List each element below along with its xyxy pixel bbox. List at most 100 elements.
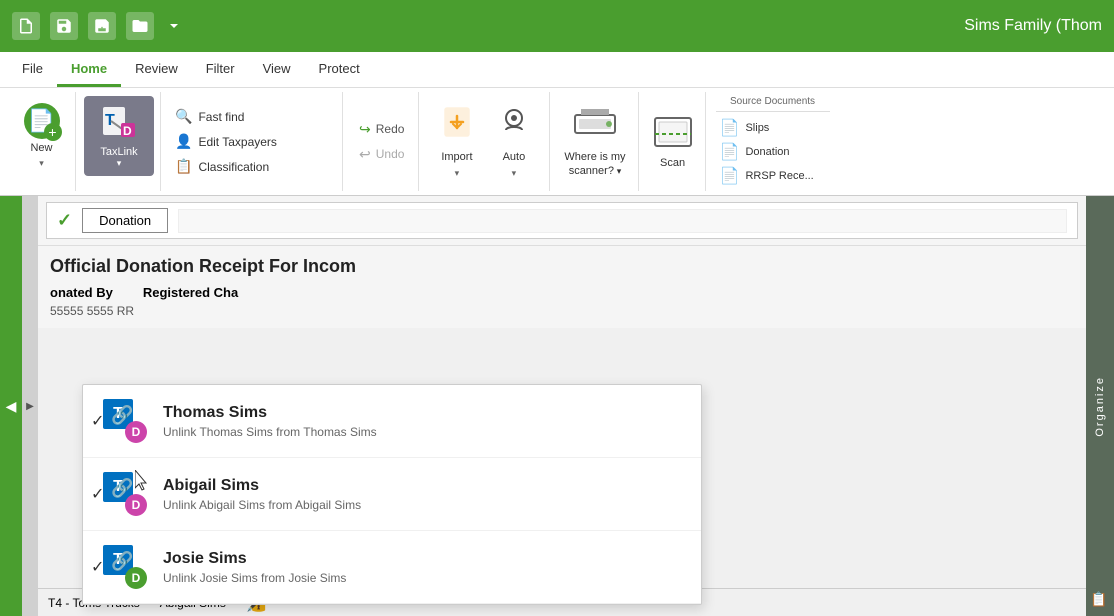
donation-extra-field: [178, 209, 1067, 233]
main-area: ◀ ▶ ✓ Donation Official Donation Receipt…: [0, 196, 1114, 616]
redo-button[interactable]: ↪ Redo: [353, 119, 410, 140]
new-arrow: ▾: [39, 158, 44, 169]
ribbon: 📄 + New ▾ T D TaxLink ▾ 🔍: [0, 88, 1114, 196]
classification-label: Classification: [198, 160, 269, 174]
registered-char-label: Registered Cha: [143, 285, 238, 300]
slips-icon: 📄: [720, 118, 740, 138]
rrsp-button[interactable]: 📄 RRSP Rece...: [716, 164, 830, 188]
classification-icon: 📋: [175, 158, 192, 175]
scan-icon: [653, 114, 693, 155]
redo-label: Redo: [376, 122, 405, 136]
registration-num: 55555 5555 RR: [50, 304, 1074, 318]
menu-review[interactable]: Review: [121, 52, 192, 87]
rrsp-icon: 📄: [720, 166, 740, 186]
new-label: New: [30, 142, 52, 155]
taxlink-arrow: ▾: [117, 158, 122, 169]
auto-icon: [496, 104, 532, 148]
open-icon[interactable]: [126, 12, 154, 40]
sidebar-bottom-icons: 📋: [1090, 591, 1107, 608]
menu-file[interactable]: File: [8, 52, 57, 87]
fast-find-label: Fast find: [198, 110, 244, 124]
dropdown-item-thomas[interactable]: ✓ T 🔗 D Thomas Sims Unlink Thomas Sims f…: [83, 385, 701, 458]
doc-panel: Official Donation Receipt For Incom onat…: [38, 246, 1086, 328]
menu-home[interactable]: Home: [57, 52, 121, 87]
auto-arrow: ▾: [512, 168, 517, 179]
sidebar-doc-icon[interactable]: 📋: [1090, 591, 1107, 608]
scanner-arrow: ▾: [617, 166, 622, 176]
menu-filter[interactable]: Filter: [192, 52, 249, 87]
save-as-icon[interactable]: [88, 12, 116, 40]
thomas-info: Thomas Sims Unlink Thomas Sims from Thom…: [163, 404, 681, 439]
donation-row: ✓ Donation: [46, 202, 1078, 239]
save-icon[interactable]: [50, 12, 78, 40]
scan-label: Scan: [660, 157, 685, 169]
left-sidebar: ◀: [0, 196, 22, 616]
donation-section: ✓ Donation: [38, 196, 1086, 246]
import-auto-group: Import ▾ Auto ▾: [421, 92, 550, 191]
undo-icon: ↩: [359, 146, 371, 163]
slips-button[interactable]: 📄 Slips: [716, 116, 830, 140]
ribbon-taxlink-group: T D TaxLink ▾: [78, 92, 161, 191]
undo-button[interactable]: ↩ Undo: [353, 144, 410, 165]
josie-name: Josie Sims: [163, 550, 681, 568]
import-icon: [439, 104, 475, 148]
rrsp-label: RRSP Rece...: [745, 170, 813, 182]
auto-button[interactable]: Auto ▾: [486, 102, 541, 182]
thomas-name: Thomas Sims: [163, 404, 681, 422]
undo-label: Undo: [376, 147, 405, 161]
svg-text:T: T: [105, 112, 115, 129]
sidebar-collapse-arrow[interactable]: ◀: [6, 398, 17, 415]
abigail-d-icon: D: [125, 494, 147, 516]
abigail-info: Abigail Sims Unlink Abigail Sims from Ab…: [163, 477, 681, 512]
edit-taxpayers-icon: 👤: [175, 133, 192, 150]
title-bar-icons: [12, 12, 184, 40]
edit-taxpayers-button[interactable]: 👤 Edit Taxpayers: [167, 130, 338, 153]
import-arrow: ▾: [455, 168, 460, 179]
edit-taxpayers-label: Edit Taxpayers: [198, 135, 277, 149]
search-icon: 🔍: [175, 108, 192, 125]
organize-label[interactable]: Organize: [1094, 376, 1106, 437]
ribbon-edit-section: 🔍 Fast find 👤 Edit Taxpayers 📋 Classific…: [163, 92, 343, 191]
svg-text:D: D: [123, 124, 132, 138]
title-text: Sims Family (Thom: [964, 17, 1102, 35]
classification-button[interactable]: 📋 Classification: [167, 155, 338, 178]
scanner-group[interactable]: Where is my scanner? ▾: [552, 92, 638, 191]
new-button[interactable]: 📄 + New ▾: [14, 96, 69, 176]
new-file-icon[interactable]: [12, 12, 40, 40]
doc-fields-row: onated By Registered Cha: [50, 285, 1074, 300]
thomas-avatar: T 🔗 D: [103, 399, 147, 443]
menu-view[interactable]: View: [249, 52, 305, 87]
redo-icon: ↪: [359, 121, 371, 138]
source-docs-label: Source Documents: [716, 96, 830, 112]
donation-icon: 📄: [720, 142, 740, 162]
donation-button[interactable]: 📄 Donation: [716, 140, 830, 164]
taxlink-dropdown: ✓ T 🔗 D Thomas Sims Unlink Thomas Sims f…: [82, 384, 702, 605]
undo-redo-group: ↪ Redo ↩ Undo: [345, 92, 419, 191]
quick-access-dropdown[interactable]: [164, 16, 184, 36]
menu-protect[interactable]: Protect: [305, 52, 374, 87]
dropdown-item-abigail[interactable]: ✓ T 🔗 D Abigail Sims Unlink Abigail Sims…: [83, 458, 701, 531]
new-plus-icon: 📄 +: [24, 103, 60, 139]
thomas-d-icon: D: [125, 421, 147, 443]
panel-toggle[interactable]: ▶: [22, 196, 38, 616]
abigail-name: Abigail Sims: [163, 477, 681, 495]
auto-label: Auto: [503, 151, 526, 164]
import-button[interactable]: Import ▾: [429, 102, 484, 182]
scanner-icon: [573, 105, 617, 146]
menu-bar: File Home Review Filter View Protect: [0, 52, 1114, 88]
josie-avatar: T 🔗 D: [103, 545, 147, 589]
doc-title: Official Donation Receipt For Incom: [50, 256, 1074, 277]
josie-d-icon: D: [125, 567, 147, 589]
slips-label: Slips: [745, 122, 769, 134]
dropdown-item-josie[interactable]: ✓ T 🔗 D Josie Sims Unlink Josie Sims fro…: [83, 531, 701, 604]
taxlink-label: TaxLink: [100, 146, 137, 158]
thomas-sublabel: Unlink Thomas Sims from Thomas Sims: [163, 425, 681, 439]
taxlink-icon: T D: [101, 103, 137, 146]
donation-badge[interactable]: Donation: [82, 208, 168, 233]
organize-sidebar: Organize 📋: [1086, 196, 1114, 616]
scan-group[interactable]: Scan: [641, 92, 706, 191]
ribbon-new-group: 📄 + New ▾: [8, 92, 76, 191]
title-bar: Sims Family (Thom: [0, 0, 1114, 52]
taxlink-button[interactable]: T D TaxLink ▾: [84, 96, 154, 176]
fast-find-button[interactable]: 🔍 Fast find: [167, 105, 338, 128]
